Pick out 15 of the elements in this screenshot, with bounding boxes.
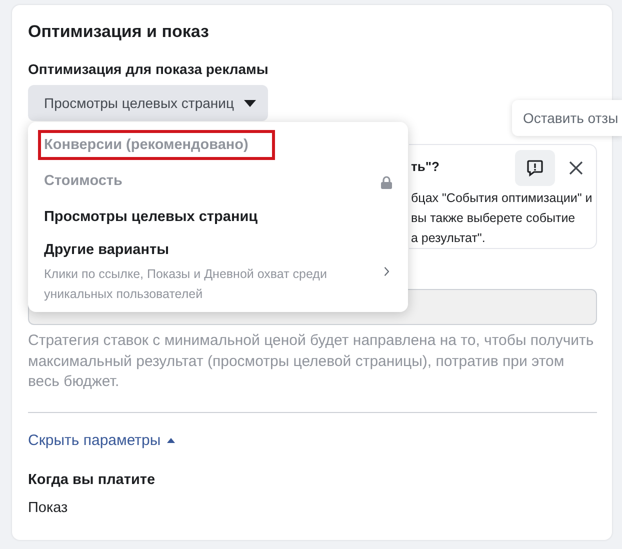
info-text: а результат". xyxy=(411,230,486,247)
menu-item-label: Другие варианты xyxy=(44,241,170,260)
info-text: вы также выберете событие xyxy=(411,210,576,227)
field-value: Показ xyxy=(28,498,69,518)
info-title: ть"? xyxy=(411,158,440,176)
menu-item-label: Стоимость xyxy=(43,172,124,192)
menu-item-label: Конверсии (рекомендовано) xyxy=(38,130,276,160)
field-label: Оптимизация для показа рекламы xyxy=(28,60,270,78)
field-label: Когда вы платите xyxy=(28,471,156,490)
strategy-description: Стратегия ставок с минимальной ценой будет направлена на то, чтобы получить максимальный результат (просмотры целевой страницы), потратив при этом весь бюджет. xyxy=(28,331,595,392)
section-title: Оптимизация и показ xyxy=(28,21,210,43)
menu-item-label: Просмотры целевых страниц xyxy=(43,208,259,228)
info-text: бцах "События оптимизации" и xyxy=(411,190,594,206)
menu-item-description: Клики по ссылке, Показы и Дневной охват среди уникальных пользователей xyxy=(44,266,328,303)
feedback-tooltip: Оставить отзы xyxy=(512,100,622,136)
